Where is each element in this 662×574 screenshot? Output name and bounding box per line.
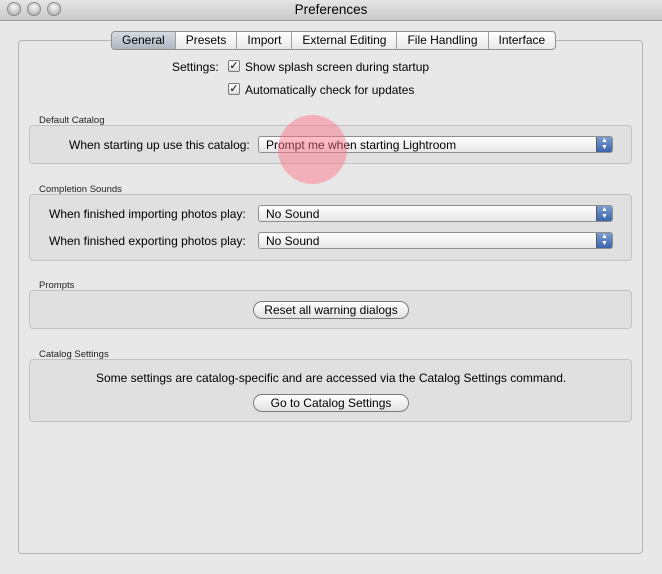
tab-import[interactable]: Import bbox=[237, 32, 293, 49]
default-catalog-value: Prompt me when starting Lightroom bbox=[266, 138, 457, 152]
splash-screen-label[interactable]: Show splash screen during startup bbox=[245, 60, 429, 74]
title-bar: Preferences bbox=[0, 0, 662, 21]
tab-general[interactable]: General bbox=[112, 32, 176, 49]
splash-screen-checkbox[interactable]: ✓ bbox=[228, 60, 240, 72]
tab-external-editing[interactable]: External Editing bbox=[292, 32, 398, 49]
tab-file-handling[interactable]: File Handling bbox=[397, 32, 489, 49]
updown-arrows-icon: ▲ ▼ bbox=[596, 233, 612, 248]
export-sound-value: No Sound bbox=[266, 234, 320, 248]
updown-arrows-icon: ▲ ▼ bbox=[596, 137, 612, 152]
tab-interface[interactable]: Interface bbox=[489, 32, 556, 49]
default-catalog-select[interactable]: Prompt me when starting Lightroom ▲ ▼ bbox=[258, 136, 613, 153]
import-sound-label: When finished importing photos play: bbox=[49, 207, 246, 221]
catalog-settings-description: Some settings are catalog-specific and a… bbox=[96, 371, 567, 385]
import-sound-select[interactable]: No Sound ▲ ▼ bbox=[258, 205, 613, 222]
catalog-settings-group bbox=[29, 359, 632, 422]
tab-bar: General Presets Import External Editing … bbox=[111, 31, 557, 50]
import-sound-value: No Sound bbox=[266, 207, 320, 221]
check-updates-checkbox[interactable]: ✓ bbox=[228, 83, 240, 95]
check-updates-label[interactable]: Automatically check for updates bbox=[245, 83, 414, 97]
default-catalog-label: When starting up use this catalog: bbox=[69, 138, 250, 152]
settings-label: Settings: bbox=[172, 60, 219, 74]
export-sound-label: When finished exporting photos play: bbox=[49, 234, 246, 248]
go-to-catalog-settings-button[interactable]: Go to Catalog Settings bbox=[253, 394, 409, 412]
updown-arrows-icon: ▲ ▼ bbox=[596, 206, 612, 221]
tab-presets[interactable]: Presets bbox=[176, 32, 238, 49]
window-title: Preferences bbox=[294, 2, 368, 17]
reset-warning-dialogs-button[interactable]: Reset all warning dialogs bbox=[253, 301, 409, 319]
export-sound-select[interactable]: No Sound ▲ ▼ bbox=[258, 232, 613, 249]
